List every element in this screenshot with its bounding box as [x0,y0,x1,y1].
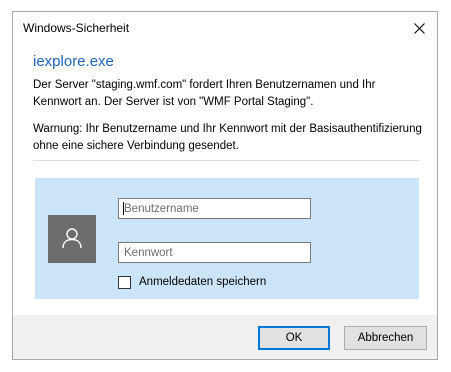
title-bar[interactable]: Windows-Sicherheit [13,12,437,44]
window-title: Windows-Sicherheit [23,21,130,35]
ok-button[interactable]: OK [258,326,330,350]
avatar [48,215,96,263]
password-field[interactable] [118,242,311,263]
credential-dialog: Windows-Sicherheit iexplore.exe Der Serv… [12,11,438,360]
close-icon [414,23,425,34]
checkbox-box[interactable] [118,276,131,289]
server-message: Der Server "staging.wmf.com" fordert Ihr… [33,79,376,108]
app-name: iexplore.exe [33,53,114,70]
close-button[interactable] [401,12,437,44]
credential-panel: Anmeldedaten speichern [35,178,419,299]
cancel-button[interactable]: Abbrechen [344,326,427,350]
warning-message: Warnung: Ihr Benutzername und Ihr Kennwo… [33,123,422,152]
text-caret [123,202,124,215]
button-bar: OK Abbrechen [13,315,437,359]
remember-credentials-label[interactable]: Anmeldedaten speichern [139,276,266,288]
separator [33,160,419,161]
username-field[interactable] [118,198,311,219]
user-icon [62,228,82,249]
